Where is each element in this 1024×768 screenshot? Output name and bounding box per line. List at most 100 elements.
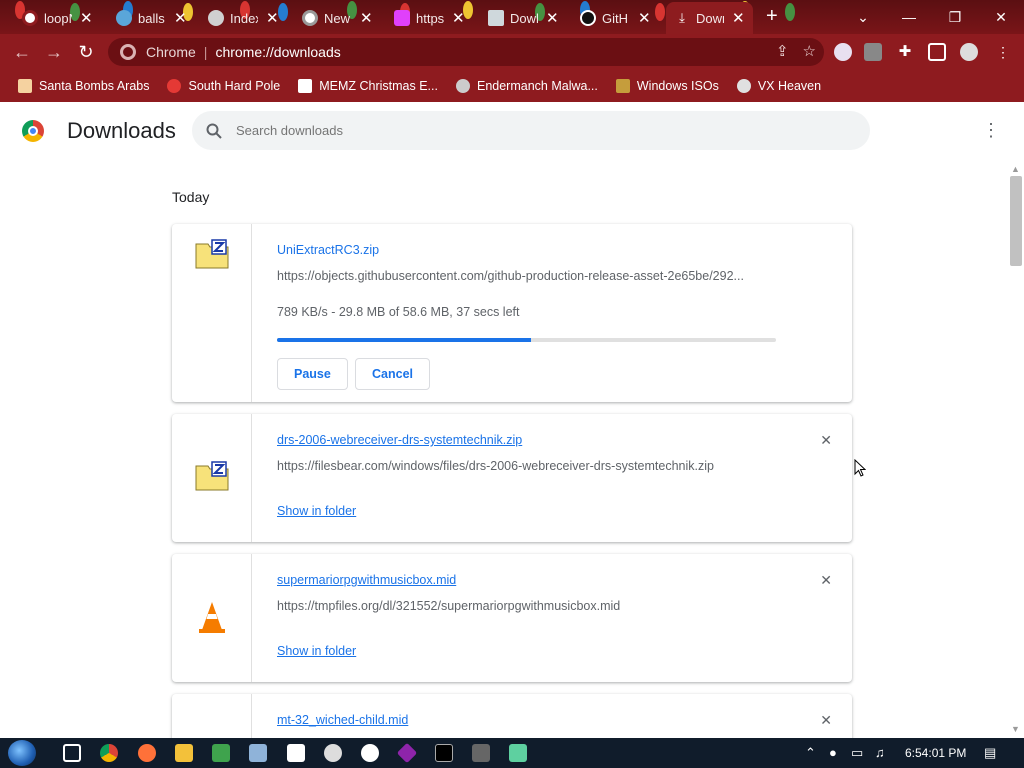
volume-icon[interactable]: ♫ [875, 745, 885, 760]
close-tab-icon[interactable]: ✕ [266, 9, 279, 27]
omnibox-separator: | [203, 44, 208, 60]
tab-title: balls [138, 10, 165, 26]
side-panel-icon[interactable] [928, 43, 946, 61]
microphone-icon[interactable]: ● [829, 745, 837, 760]
app-icon[interactable] [396, 742, 418, 764]
cancel-button[interactable]: Cancel [355, 358, 430, 390]
minimize-button[interactable]: — [886, 0, 932, 34]
extension-flag-icon[interactable] [834, 43, 852, 61]
tab-loop[interactable]: loopN ✕ [22, 4, 93, 32]
scrollbar[interactable]: ▲ ▼ [1008, 162, 1024, 738]
pause-button[interactable]: Pause [277, 358, 348, 390]
taskbar-clock[interactable]: 6:54:01 PM [905, 746, 966, 760]
windows-taskbar: ⌃ ● ▭ ♫ 6:54:01 PM ▤ [0, 738, 1024, 768]
close-tab-icon[interactable]: ✕ [80, 9, 93, 27]
network-icon[interactable]: ▭ [851, 745, 863, 761]
file-explorer-icon[interactable] [175, 744, 193, 762]
remove-from-list-icon[interactable]: ✕ [820, 572, 832, 589]
chrome-icon [302, 10, 318, 26]
download-icon: ⤓ [679, 10, 685, 25]
url-text[interactable]: chrome://downloads [215, 44, 340, 60]
file-name-link[interactable]: UniExtractRC3.zip [277, 243, 379, 257]
file-name-link[interactable]: drs-2006-webreceiver-drs-systemtechnik.z… [277, 433, 522, 447]
tab-dowl[interactable]: Dowl ✕ [488, 4, 559, 32]
close-tab-icon[interactable]: ✕ [174, 9, 187, 27]
browser-window: loopN ✕ balls ✕ Index ✕ New ✕ https ✕ Do… [0, 0, 1024, 768]
file-name-link[interactable]: supermariorpgwithmusicbox.mid [277, 573, 456, 587]
new-tab-button[interactable]: + [766, 5, 778, 28]
speaker-app-icon[interactable] [472, 744, 490, 762]
scrollbar-thumb[interactable] [1010, 176, 1022, 266]
bookmark-windows-isos[interactable]: Windows ISOs [615, 79, 719, 93]
file-name-link[interactable]: mt-32_wiched-child.mid [277, 713, 408, 727]
forward-button[interactable]: → [42, 40, 66, 64]
start-button[interactable] [8, 740, 36, 766]
back-button[interactable]: ← [10, 40, 34, 64]
app-icon[interactable] [361, 744, 379, 762]
bookmark-santa-bombs-arabs[interactable]: Santa Bombs Arabs [18, 79, 149, 93]
bookmark-label: VX Heaven [757, 79, 822, 93]
close-tab-icon[interactable]: ✕ [546, 9, 559, 27]
tab-https[interactable]: https ✕ [394, 4, 465, 32]
page-title: Downloads [67, 118, 176, 143]
tab-downloads[interactable]: ⤓ Down ✕ [666, 2, 753, 34]
app-icon[interactable] [509, 744, 527, 762]
chrome-taskbar-icon[interactable] [100, 744, 118, 762]
github-icon [580, 10, 596, 26]
close-tab-icon[interactable]: ✕ [732, 9, 745, 27]
file-url[interactable]: https://filesbear.com/windows/files/drs-… [277, 459, 817, 473]
task-view-icon[interactable] [63, 744, 81, 762]
bookmark-endermanch-malware[interactable]: Endermanch Malwa... [455, 79, 598, 93]
bookmark-star-icon[interactable]: ☆ [803, 42, 816, 60]
tab-favicon-icon [208, 10, 224, 26]
close-window-button[interactable]: ✕ [978, 0, 1024, 34]
file-url[interactable]: https://objects.githubusercontent.com/gi… [277, 269, 777, 283]
tab-balls[interactable]: balls ✕ [116, 4, 187, 32]
show-hidden-icons-chevron-icon[interactable]: ⌃ [805, 745, 816, 761]
show-in-folder-link[interactable]: Show in folder [277, 504, 356, 518]
scroll-down-arrow-icon[interactable]: ▼ [1011, 724, 1020, 734]
address-bar[interactable]: Chrome | chrome://downloads ⇪ ☆ [108, 38, 824, 66]
download-card: supermariorpgwithmusicbox.mid ✕ https://… [172, 554, 852, 682]
remove-from-list-icon[interactable]: ✕ [820, 712, 832, 729]
scroll-up-arrow-icon[interactable]: ▲ [1011, 164, 1020, 174]
tab-search-chevron-icon[interactable]: ⌄ [840, 0, 886, 34]
app-icon[interactable] [212, 744, 230, 762]
close-tab-icon[interactable]: ✕ [452, 9, 465, 27]
tab-title: New [324, 10, 351, 26]
search-input[interactable] [236, 123, 796, 138]
profile-avatar-icon[interactable] [960, 43, 978, 61]
show-in-folder-link[interactable]: Show in folder [277, 644, 356, 658]
more-actions-icon[interactable]: ⋮ [982, 120, 1000, 141]
close-tab-icon[interactable]: ✕ [638, 9, 651, 27]
remove-from-list-icon[interactable]: ✕ [820, 432, 832, 449]
tab-index[interactable]: Index ✕ [208, 4, 279, 32]
bookmark-label: Windows ISOs [636, 79, 719, 93]
tab-title: GitH [602, 10, 628, 26]
memz-icon [298, 79, 313, 93]
app-icon[interactable] [249, 744, 267, 762]
restore-button[interactable]: ❐ [932, 0, 978, 34]
extensions-puzzle-icon[interactable]: ✚ [896, 43, 914, 61]
tab-new[interactable]: New ✕ [302, 4, 373, 32]
download-progress-bar [277, 338, 776, 342]
tab-github[interactable]: GitH ✕ [580, 4, 651, 32]
command-prompt-icon[interactable] [435, 744, 453, 762]
file-url[interactable]: https://tmpfiles.org/dl/321552/supermari… [277, 599, 777, 613]
close-tab-icon[interactable]: ✕ [360, 9, 373, 27]
bookmark-south-hard-pole[interactable]: South Hard Pole [167, 79, 280, 93]
app-icon[interactable] [324, 744, 342, 762]
extension-s-icon[interactable] [864, 43, 882, 61]
7zip-icon[interactable] [287, 744, 305, 762]
search-bar[interactable] [192, 111, 870, 150]
firefox-icon[interactable] [138, 744, 156, 762]
chrome-icon [120, 44, 136, 60]
reload-button[interactable]: ↻ [74, 40, 98, 64]
menu-kebab-icon[interactable]: ⋮ [994, 43, 1012, 61]
bookmark-memz-christmas[interactable]: MEMZ Christmas E... [298, 79, 438, 93]
zip-folder-icon [195, 239, 229, 269]
notification-center-icon[interactable]: ▤ [984, 745, 996, 761]
bookmark-vx-heaven[interactable]: VX Heaven [736, 79, 822, 93]
bookmark-label: South Hard Pole [188, 79, 281, 93]
share-icon[interactable]: ⇪ [776, 42, 789, 60]
